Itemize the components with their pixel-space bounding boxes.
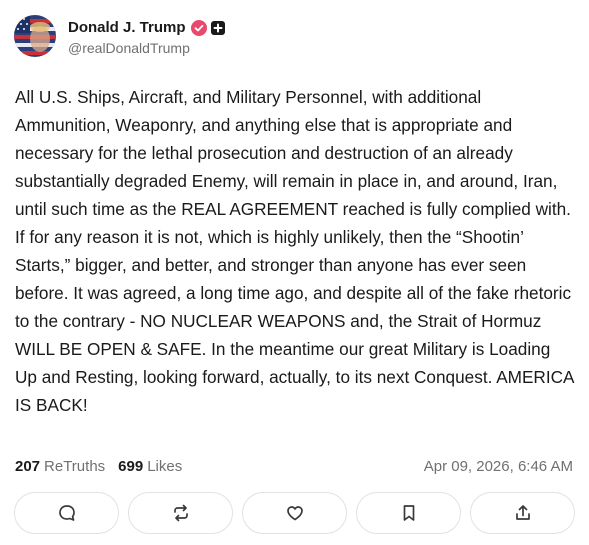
post-header: Donald J. Trump @realDonaldTrump [14, 14, 225, 58]
share-icon [515, 505, 530, 520]
bookmark-button[interactable] [356, 492, 461, 534]
bookmark-icon [403, 505, 414, 521]
display-name[interactable]: Donald J. Trump [68, 19, 186, 36]
retruth-button[interactable] [128, 492, 233, 534]
plus-badge-icon [210, 20, 225, 35]
post-text: All U.S. Ships, Aircraft, and Military P… [15, 87, 579, 415]
handle[interactable]: @realDonaldTrump [68, 40, 225, 56]
timestamp[interactable]: Apr 09, 2026, 6:46 AM [424, 458, 573, 475]
likes-count[interactable]: 699 [118, 458, 143, 475]
action-bar [14, 492, 575, 536]
reply-icon [58, 505, 75, 521]
reply-button[interactable] [14, 492, 119, 534]
like-button[interactable] [242, 492, 347, 534]
name-row: Donald J. Trump [68, 17, 225, 39]
share-button[interactable] [470, 492, 575, 534]
retruth-icon [173, 504, 188, 522]
author-info: Donald J. Trump @realDonaldTrump [68, 17, 225, 56]
avatar[interactable] [14, 15, 56, 57]
retruths-label[interactable]: ReTruths [44, 458, 105, 475]
likes-label[interactable]: Likes [147, 458, 182, 475]
post-stats: 207 ReTruths 699 Likes Apr 09, 2026, 6:4… [15, 456, 573, 476]
like-icon [286, 506, 303, 521]
retruths-count[interactable]: 207 [15, 458, 40, 475]
avatar-image [14, 15, 56, 57]
verified-badge-icon [190, 19, 207, 36]
